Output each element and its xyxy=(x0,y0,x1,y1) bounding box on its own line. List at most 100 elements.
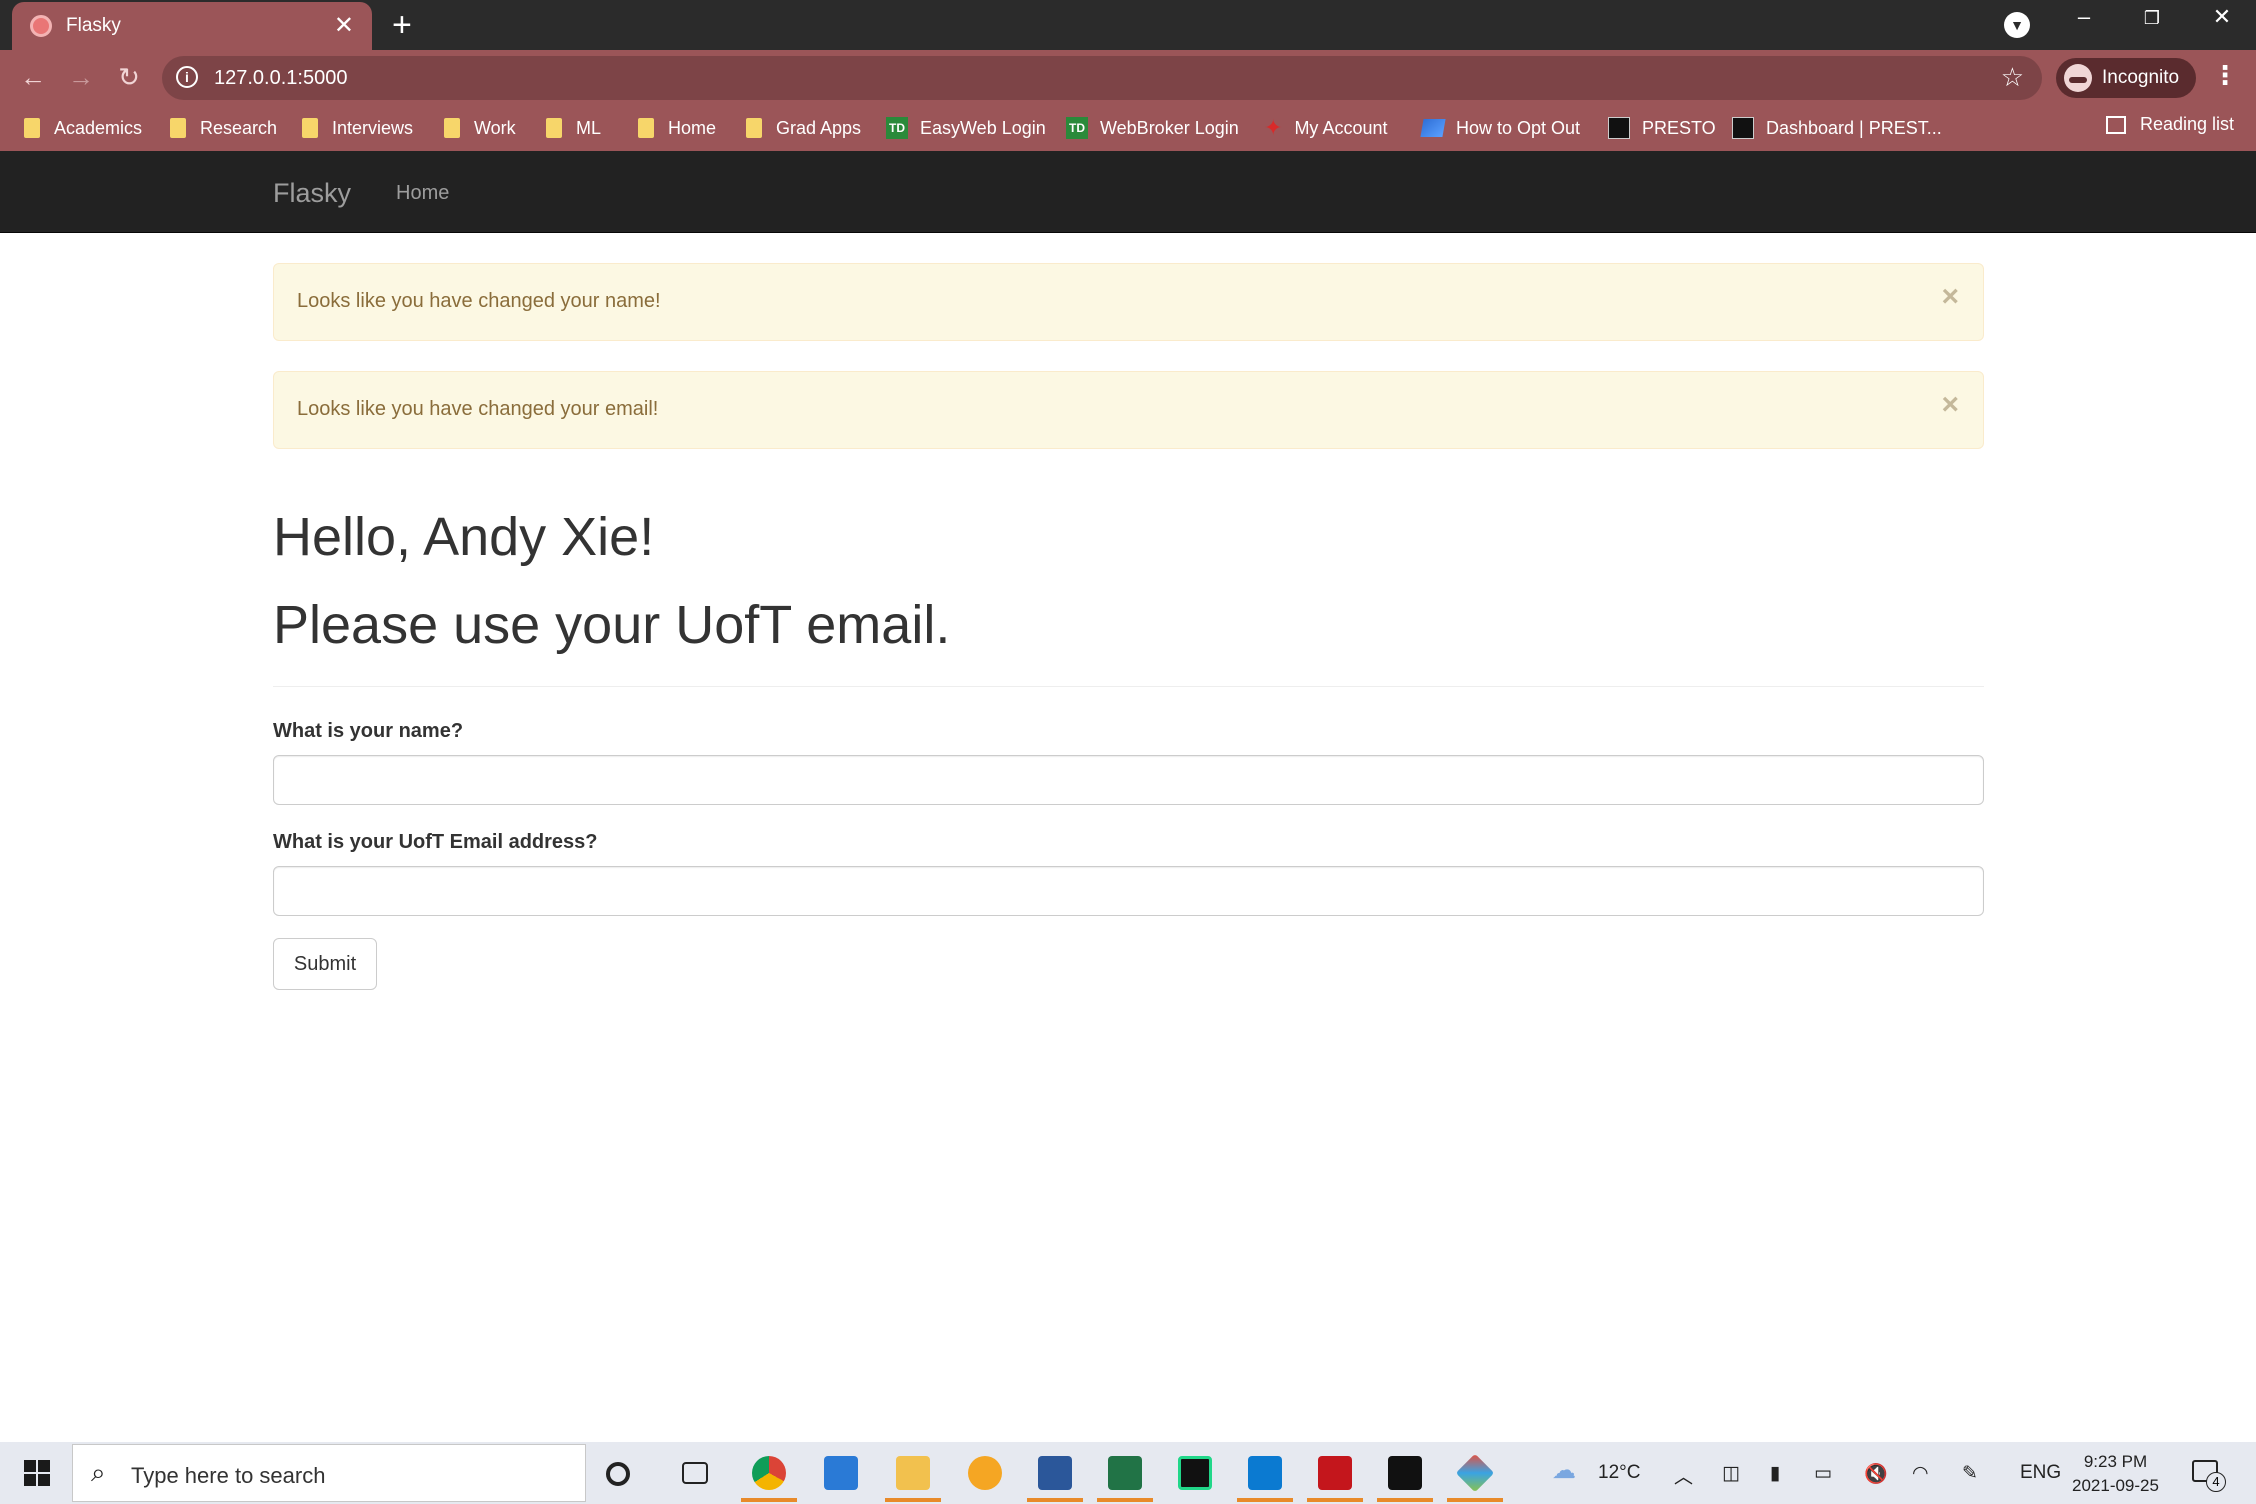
close-tab-icon[interactable]: ✕ xyxy=(334,14,354,38)
word-icon[interactable] xyxy=(1038,1456,1072,1490)
clock-time: 9:23 PM xyxy=(2083,1452,2148,1471)
back-icon[interactable]: ← xyxy=(16,62,50,93)
bookmark-research[interactable]: Research xyxy=(170,114,277,142)
excel-icon[interactable] xyxy=(1108,1456,1142,1490)
blue-logo-icon xyxy=(1420,119,1446,137)
flash-alert-name: Looks like you have changed your name! × xyxy=(273,263,1984,341)
bookmark-label: How to Opt Out xyxy=(1456,117,1581,138)
weather-app-icon[interactable] xyxy=(968,1456,1002,1490)
bookmark-work[interactable]: Work xyxy=(444,114,516,142)
new-tab-icon[interactable]: + xyxy=(392,8,412,42)
acrobat-active-indicator xyxy=(1307,1498,1363,1502)
bookmark-easyweb[interactable]: TD EasyWeb Login xyxy=(886,114,1046,142)
bookmark-label: My Account xyxy=(1294,117,1388,138)
bookmark-home[interactable]: Home xyxy=(638,114,716,142)
bookmark-star-icon[interactable]: ☆ xyxy=(2001,62,2024,93)
reading-list-icon xyxy=(2106,115,2126,134)
browser-tab[interactable]: Flasky ✕ xyxy=(12,2,372,50)
bookmark-grad-apps[interactable]: Grad Apps xyxy=(746,114,861,142)
alert-close-button[interactable]: × xyxy=(1941,390,1959,420)
wifi-icon[interactable]: ◠ xyxy=(1912,1462,1929,1485)
tab-title: Flasky xyxy=(66,15,121,36)
taskbar-search-box[interactable]: ⌕ Type here to search xyxy=(72,1444,586,1502)
clock[interactable]: 9:23 PM 2021-09-25 xyxy=(2072,1450,2159,1498)
reading-list-button[interactable]: Reading list xyxy=(2106,114,2234,135)
vscode-active-indicator xyxy=(1237,1498,1293,1502)
bookmark-label: Home xyxy=(668,117,717,138)
td-bank-icon: TD xyxy=(1066,117,1088,139)
flask-favicon-icon xyxy=(30,15,52,37)
bookmark-ml[interactable]: ML xyxy=(546,114,601,142)
bookmark-presto[interactable]: PRESTO xyxy=(1608,114,1716,142)
clock-date: 2021-09-25 xyxy=(2072,1476,2159,1495)
pycharm-icon[interactable] xyxy=(1178,1456,1212,1490)
bookmark-interviews[interactable]: Interviews xyxy=(302,114,413,142)
maple-leaf-icon: ✦ xyxy=(1264,115,1283,140)
email-label: What is your UofT Email address? xyxy=(273,831,598,853)
task-view-icon[interactable] xyxy=(682,1462,708,1484)
git-active-indicator xyxy=(1447,1498,1503,1502)
pen-icon[interactable]: ✎ xyxy=(1962,1462,1978,1485)
incognito-icon xyxy=(2064,64,2092,92)
incognito-button[interactable]: Incognito xyxy=(2056,58,2196,98)
nav-home-link[interactable]: Home xyxy=(396,182,449,205)
bookmarks-bar: Academics Research Interviews Work ML Ho… xyxy=(0,106,2256,151)
battery-icon[interactable]: ▭ xyxy=(1814,1462,1832,1485)
excel-active-indicator xyxy=(1097,1498,1153,1502)
chrome-icon[interactable] xyxy=(752,1456,786,1490)
file-explorer-icon[interactable] xyxy=(896,1456,930,1490)
bookmark-label: Academics xyxy=(54,117,143,138)
reading-list-label: Reading list xyxy=(2140,114,2235,134)
microphone-icon[interactable]: ▮ xyxy=(1770,1462,1780,1485)
chrome-active-indicator xyxy=(741,1498,797,1502)
alert-message: Looks like you have changed your email! xyxy=(297,398,659,420)
forward-icon[interactable]: → xyxy=(64,62,98,93)
terminal-icon[interactable] xyxy=(1388,1456,1422,1490)
weather-temp[interactable]: 12°C xyxy=(1598,1462,1640,1484)
bookmark-my-account[interactable]: ✦ My Account xyxy=(1264,114,1387,142)
presto-icon xyxy=(1608,117,1630,139)
notification-count: 4 xyxy=(2206,1472,2226,1492)
reload-icon[interactable]: ↻ xyxy=(112,62,146,93)
calendar-icon[interactable] xyxy=(824,1456,858,1490)
presto-icon xyxy=(1732,117,1754,139)
address-bar[interactable]: i 127.0.0.1:5000 ☆ xyxy=(162,56,2042,100)
folder-icon xyxy=(638,118,654,138)
acrobat-icon[interactable] xyxy=(1318,1456,1352,1490)
language-indicator[interactable]: ENG xyxy=(2020,1462,2061,1484)
restore-icon[interactable]: ❐ xyxy=(2132,8,2172,29)
tab-search-icon[interactable]: ▼ xyxy=(2004,12,2030,38)
bookmark-dashboard-presto[interactable]: Dashboard | PREST... xyxy=(1732,114,1942,142)
incognito-label: Incognito xyxy=(2102,67,2180,88)
search-placeholder: Type here to search xyxy=(131,1463,326,1488)
terminal-active-indicator xyxy=(1377,1498,1433,1502)
volume-muted-icon[interactable]: 🔇 xyxy=(1864,1462,1888,1486)
info-icon[interactable]: i xyxy=(176,66,198,88)
bookmark-label: PRESTO xyxy=(1642,117,1716,138)
cloud-weather-icon[interactable]: ☁ xyxy=(1552,1456,1576,1485)
cortana-icon[interactable] xyxy=(606,1462,630,1486)
close-window-icon[interactable]: ✕ xyxy=(2202,4,2242,30)
bookmark-label: ML xyxy=(576,117,602,138)
meet-icon[interactable]: ◫ xyxy=(1722,1462,1740,1485)
page-subtitle: Please use your UofT email. xyxy=(273,595,951,655)
vscode-icon[interactable] xyxy=(1248,1456,1282,1490)
minimize-icon[interactable]: – xyxy=(2064,4,2104,30)
chevron-up-icon[interactable]: ︿ xyxy=(1674,1462,1693,1489)
alert-message: Looks like you have changed your name! xyxy=(297,290,661,312)
url-text[interactable]: 127.0.0.1:5000 xyxy=(214,67,347,90)
alert-close-button[interactable]: × xyxy=(1941,282,1959,312)
folder-icon xyxy=(546,118,562,138)
bookmark-webbroker[interactable]: TD WebBroker Login xyxy=(1066,114,1239,142)
git-app-icon[interactable] xyxy=(1455,1453,1495,1493)
word-active-indicator xyxy=(1027,1498,1083,1502)
browser-menu-icon[interactable]: ⋮ xyxy=(2212,60,2238,91)
windows-start-icon[interactable] xyxy=(24,1460,50,1486)
explorer-active-indicator xyxy=(885,1498,941,1502)
email-field[interactable] xyxy=(273,866,1984,916)
navbar-brand[interactable]: Flasky xyxy=(273,178,351,209)
bookmark-academics[interactable]: Academics xyxy=(24,114,142,142)
bookmark-opt-out[interactable]: How to Opt Out xyxy=(1420,114,1581,142)
name-field[interactable] xyxy=(273,755,1984,805)
submit-button[interactable]: Submit xyxy=(273,938,377,990)
